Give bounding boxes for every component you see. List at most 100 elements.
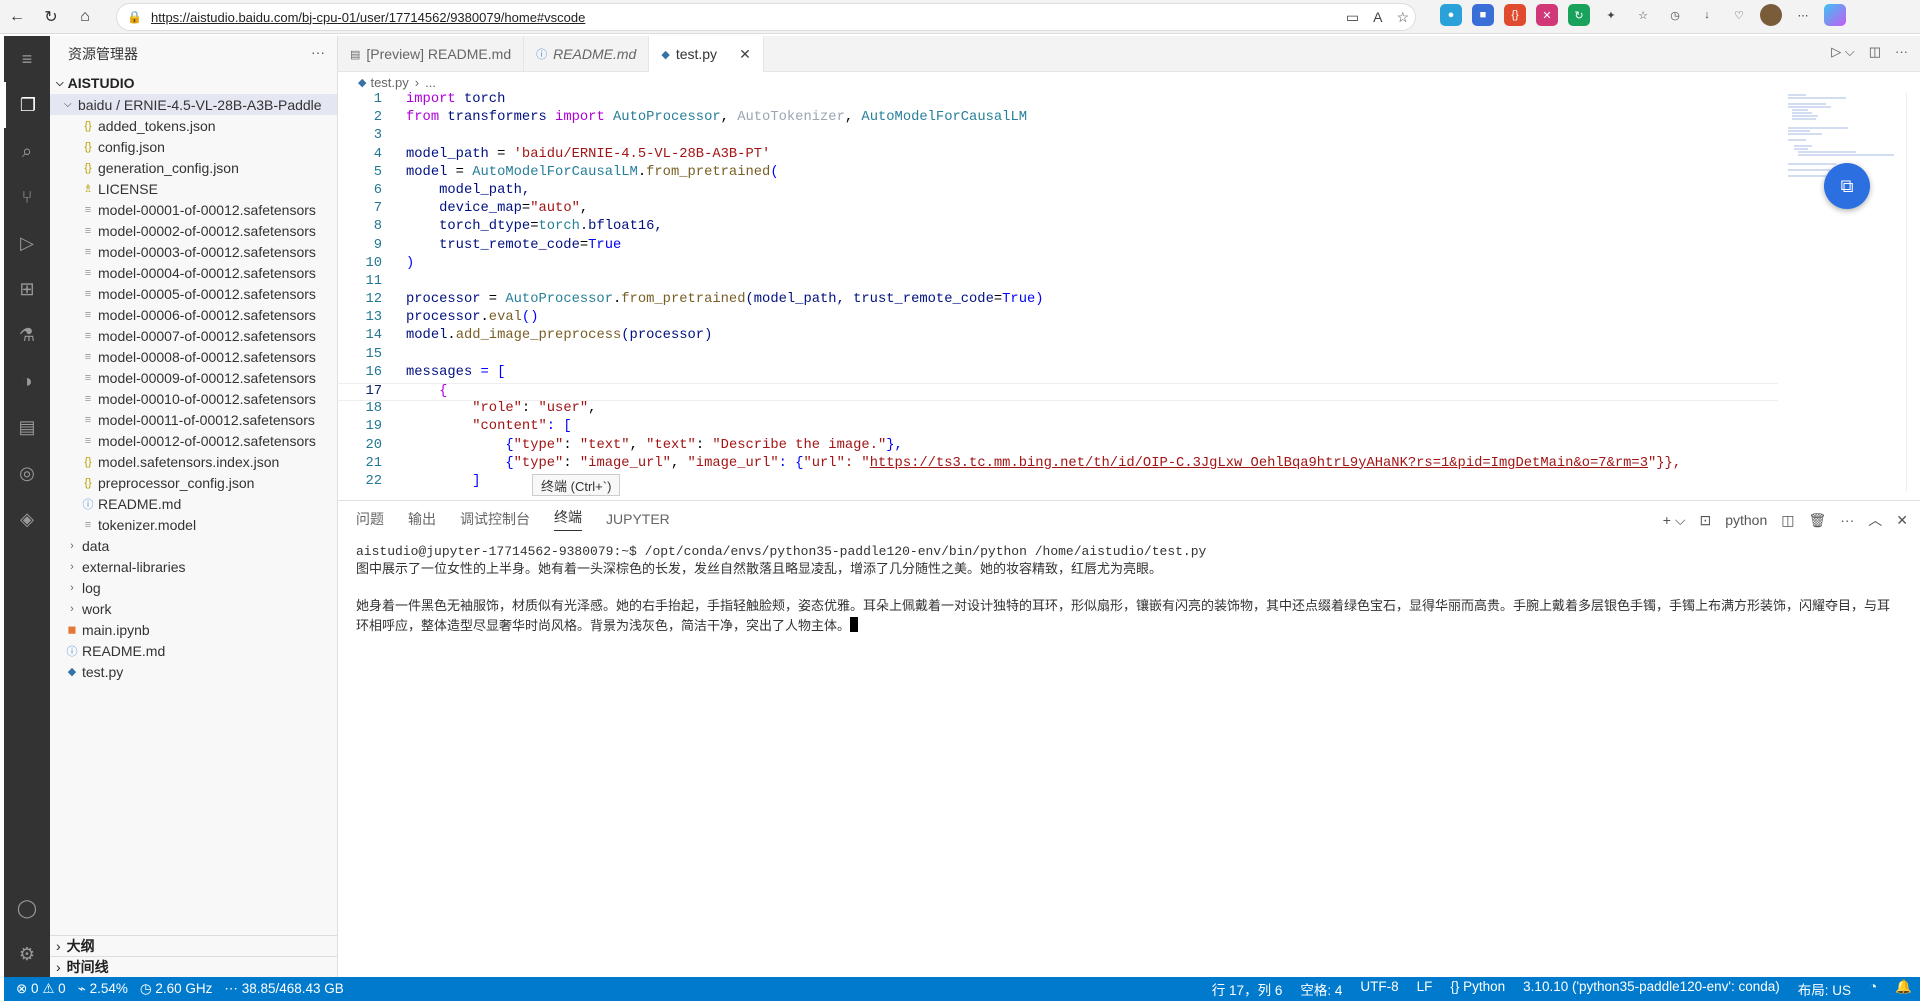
extension-2-icon[interactable]: ■ <box>1472 4 1494 26</box>
extension-4-icon[interactable]: ✕ <box>1536 4 1558 26</box>
tab-output[interactable]: 输出 <box>408 509 436 529</box>
file-item[interactable]: ◼ main.ipynb <box>50 619 337 640</box>
tab-readme[interactable]: ⓘ README.md <box>524 36 650 72</box>
file-item[interactable]: {} added_tokens.json <box>50 115 337 136</box>
split-terminal-icon[interactable]: ◫ <box>1781 512 1794 529</box>
file-item[interactable]: ≡ model-00010-of-00012.safetensors <box>50 388 337 409</box>
file-item[interactable]: {} preprocessor_config.json <box>50 472 337 493</box>
folder-item[interactable]: › log <box>50 577 337 598</box>
account-icon[interactable]: ◯ <box>4 885 50 931</box>
split-editor-icon[interactable]: ◫ <box>1869 44 1881 60</box>
file-item[interactable]: ≡ model-00008-of-00012.safetensors <box>50 346 337 367</box>
run-debug-icon[interactable]: ▷ <box>4 220 50 266</box>
address-bar[interactable]: 🔒 https://aistudio.baidu.com/bj-cpu-01/u… <box>116 3 1416 31</box>
cloud-icon[interactable]: ◑ <box>4 358 50 404</box>
file-item[interactable]: ≡ model-00002-of-00012.safetensors <box>50 220 337 241</box>
file-item[interactable]: {} config.json <box>50 136 337 157</box>
language-mode[interactable]: {} Python <box>1450 979 1505 999</box>
terminal-shell-icon[interactable]: ⊡ <box>1699 512 1711 529</box>
extensions-puzzle-icon[interactable]: ✦ <box>1600 4 1622 26</box>
folder-item[interactable]: › work <box>50 598 337 619</box>
file-item[interactable]: ≡ model-00011-of-00012.safetensors <box>50 409 337 430</box>
more-actions-icon[interactable]: ··· <box>1895 44 1908 60</box>
home-icon[interactable]: ⌂ <box>68 0 102 34</box>
more-actions-icon[interactable]: ··· <box>1840 512 1854 528</box>
cpu-status[interactable]: ⌁ 2.54% <box>78 981 128 997</box>
code-editor[interactable]: 1 import torch 2 from transformers import … <box>338 92 1778 502</box>
source-control-icon[interactable]: ⑂ <box>4 174 50 220</box>
back-icon[interactable]: ← <box>0 0 34 34</box>
keyboard-layout[interactable]: 布局: US <box>1798 979 1851 999</box>
floating-action-icon[interactable]: ⧉ <box>1824 163 1870 209</box>
close-icon[interactable]: ✕ <box>739 46 751 63</box>
file-item[interactable]: {} generation_config.json <box>50 157 337 178</box>
file-item[interactable]: ⓘ README.md <box>50 493 337 514</box>
chart-icon[interactable]: ◈ <box>4 496 50 542</box>
maximize-panel-icon[interactable]: ︿ <box>1868 510 1882 530</box>
file-item[interactable]: ≡ model-00009-of-00012.safetensors <box>50 367 337 388</box>
trash-icon[interactable]: 🗑 <box>1808 512 1826 529</box>
breadcrumb-rest[interactable]: ... <box>425 75 436 90</box>
code-link[interactable]: https://ts3.tc.mm.bing.net/th/id/OIP-C.3… <box>870 456 1648 471</box>
file-item[interactable]: ≡ model-00007-of-00012.safetensors <box>50 325 337 346</box>
folder-item[interactable]: › external-libraries <box>50 556 337 577</box>
encoding[interactable]: UTF-8 <box>1360 979 1398 999</box>
more-menu-icon[interactable]: ⋯ <box>1792 4 1814 26</box>
file-item[interactable]: ♗ LICENSE <box>50 178 337 199</box>
interpreter[interactable]: 3.10.10 ('python35-paddle120-env': conda… <box>1523 979 1780 999</box>
new-terminal-icon[interactable]: + ⌵ <box>1663 512 1686 529</box>
file-item[interactable]: ≡ model-00004-of-00012.safetensors <box>50 262 337 283</box>
tab-terminal[interactable]: 终端 <box>554 507 582 531</box>
extension-3-icon[interactable]: {} <box>1504 4 1526 26</box>
extension-1-icon[interactable]: ● <box>1440 4 1462 26</box>
disk-status[interactable]: ⋯ 38.85/468.43 GB <box>224 981 343 997</box>
tab-jupyter[interactable]: JUPYTER <box>606 511 670 527</box>
file-item[interactable]: ◆ test.py <box>50 661 337 682</box>
folder-item[interactable]: › data <box>50 535 337 556</box>
sync-icon[interactable]: ◔ <box>1869 979 1877 999</box>
reload-icon[interactable]: ↻ <box>34 0 68 34</box>
file-item[interactable]: ≡ model-00003-of-00012.safetensors <box>50 241 337 262</box>
avatar[interactable] <box>1760 4 1782 26</box>
tab-debug-console[interactable]: 调试控制台 <box>460 509 530 529</box>
eol[interactable]: LF <box>1417 979 1433 999</box>
favorites-icon[interactable]: ☆ <box>1632 4 1654 26</box>
target-icon[interactable]: ◎ <box>4 450 50 496</box>
file-item[interactable]: {} model.safetensors.index.json <box>50 451 337 472</box>
editor-scrollbar[interactable] <box>1906 92 1920 492</box>
cursor-position[interactable]: 行 17，列 6 <box>1212 979 1283 999</box>
search-icon[interactable]: ⌕ <box>4 128 50 174</box>
history-icon[interactable]: ◷ <box>1664 4 1686 26</box>
extensions-icon[interactable]: ⊞ <box>4 266 50 312</box>
workspace-root[interactable]: ⌵ AISTUDIO <box>50 72 337 94</box>
breadcrumb-file[interactable]: test.py <box>370 75 408 90</box>
timeline-section[interactable]: › 时间线 <box>50 956 338 977</box>
download-icon[interactable]: ↓ <box>1696 4 1718 26</box>
file-item[interactable]: ≡ tokenizer.model <box>50 514 337 535</box>
file-item[interactable]: ≡ model-00001-of-00012.safetensors <box>50 199 337 220</box>
file-item[interactable]: ≡ model-00006-of-00012.safetensors <box>50 304 337 325</box>
favorite-star-icon[interactable]: ☆ <box>1396 9 1409 26</box>
run-icon[interactable]: ▷ ⌵ <box>1831 44 1854 60</box>
explorer-icon[interactable]: ❐ <box>4 82 50 128</box>
notebook-icon[interactable]: ▤ <box>4 404 50 450</box>
shell-name[interactable]: python <box>1725 512 1767 528</box>
file-item[interactable]: ≡ model-00012-of-00012.safetensors <box>50 430 337 451</box>
copilot-icon[interactable] <box>1824 4 1846 26</box>
problems-status[interactable]: ⊗ 0 ⚠ 0 <box>16 981 66 997</box>
extension-5-icon[interactable]: ↻ <box>1568 4 1590 26</box>
tab-problems[interactable]: 问题 <box>356 509 384 529</box>
more-actions-icon[interactable]: ··· <box>311 44 325 60</box>
tab-view-icon[interactable]: ▭ <box>1346 9 1359 26</box>
tree-folder-model[interactable]: ⌵ baidu / ERNIE-4.5-VL-28B-A3B-Paddle <box>50 94 337 115</box>
read-aloud-icon[interactable]: A <box>1373 9 1382 26</box>
terminal-output[interactable]: aistudio@jupyter-17714562-9380079:~$ /op… <box>356 543 1896 636</box>
file-item[interactable]: ⓘ README.md <box>50 640 337 661</box>
health-icon[interactable]: ♡ <box>1728 4 1750 26</box>
menu-icon[interactable]: ≡ <box>4 36 50 82</box>
bell-icon[interactable]: 🔔 <box>1895 979 1912 999</box>
gear-icon[interactable]: ⚙ <box>4 931 50 977</box>
tab-preview-readme[interactable]: ▤ [Preview] README.md <box>338 36 525 72</box>
file-item[interactable]: ≡ model-00005-of-00012.safetensors <box>50 283 337 304</box>
flask-icon[interactable]: ⚗ <box>4 312 50 358</box>
